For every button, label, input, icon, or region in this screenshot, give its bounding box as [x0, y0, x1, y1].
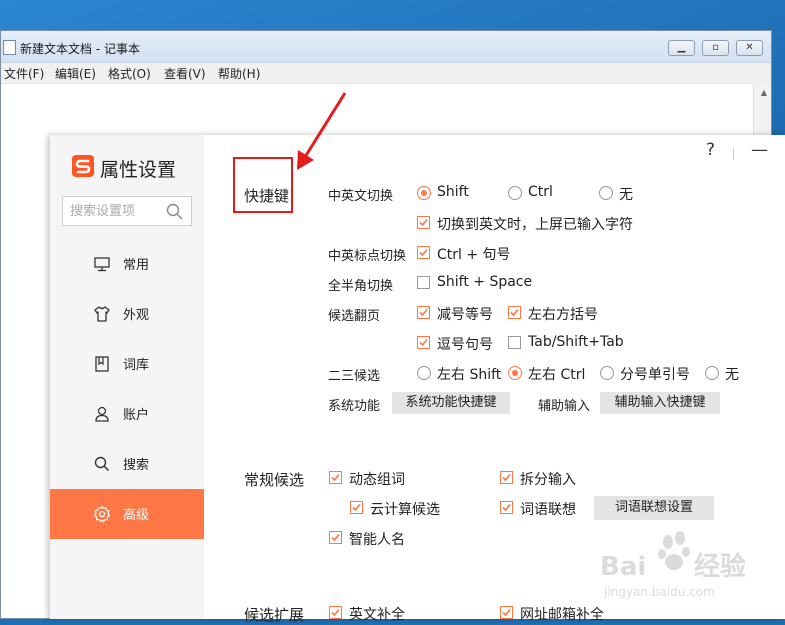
notepad-title: 新建文本文档 - 记事本 [20, 42, 140, 56]
radio-label: Shift [437, 184, 469, 200]
checkbox[interactable] [329, 471, 342, 484]
settings-sidebar: 属性设置 常用 外观 [50, 135, 204, 619]
checkbox-label: Shift + Space [437, 274, 533, 290]
nav-item-dictionary[interactable]: 词库 [50, 339, 204, 389]
shirt-icon [94, 306, 110, 322]
section-title-shortcuts: 快捷键 [244, 187, 290, 205]
settings-search-input[interactable] [68, 203, 167, 220]
checkbox[interactable] [508, 306, 521, 319]
dialog-title: 属性设置 [100, 159, 177, 181]
checkbox[interactable] [329, 606, 342, 619]
radio-dot[interactable] [705, 366, 719, 380]
checkbox[interactable] [417, 216, 430, 229]
nav-item-appearance[interactable]: 外观 [50, 289, 204, 339]
checkbox-label: 动态组词 [349, 472, 405, 488]
notepad-maximize-button[interactable]: ▫ [702, 40, 729, 56]
menu-edit[interactable]: 编辑(E) [55, 65, 96, 82]
checkbox-label: 逗号句号 [437, 337, 493, 353]
menu-format[interactable]: 格式(O) [108, 65, 151, 82]
monitor-icon [94, 257, 110, 272]
checkbox-label: 减号等号 [437, 307, 493, 323]
label-assist-input: 辅助输入 [538, 399, 591, 414]
checkbox-label: 英文补全 [349, 607, 405, 623]
checkbox[interactable] [350, 501, 363, 514]
radio-dot[interactable] [417, 186, 431, 200]
radio-dot[interactable] [508, 366, 522, 380]
checkbox[interactable] [500, 606, 513, 619]
help-button[interactable]: ? [706, 140, 715, 160]
radio-dot[interactable] [599, 186, 613, 200]
sogou-logo-icon [72, 155, 94, 177]
nav-item-advanced[interactable]: 高级 [50, 489, 204, 539]
radio-dot[interactable] [417, 366, 431, 380]
label-page-turn: 候选翻页 [328, 309, 381, 324]
checkbox[interactable] [417, 336, 430, 349]
radio-label: Ctrl [528, 184, 553, 200]
label-system-function: 系统功能 [328, 399, 381, 414]
radio-label: 左右 Shift [437, 367, 502, 383]
word-association-settings-button[interactable]: 词语联想设置 [594, 496, 714, 520]
scroll-up-icon[interactable]: ▲ [761, 88, 767, 97]
nav-item-account[interactable]: 账户 [50, 389, 204, 439]
nav-label: 账户 [123, 408, 150, 423]
radio-label: 左右 Ctrl [528, 367, 586, 383]
checkbox-label: 网址邮箱补全 [520, 607, 604, 623]
bookmark-icon [95, 356, 109, 372]
checkbox-label: 智能人名 [349, 532, 405, 548]
settings-search-box[interactable] [62, 196, 192, 226]
nav-label: 词库 [123, 358, 150, 373]
checkbox-label: 云计算候选 [370, 502, 440, 518]
nav-label: 外观 [123, 308, 150, 323]
checkbox[interactable] [500, 471, 513, 484]
checkbox-label: Tab/Shift+Tab [528, 334, 624, 350]
nav-item-common[interactable]: 常用 [50, 239, 204, 289]
label-width-switch: 全半角切换 [328, 279, 394, 294]
checkbox-label: 切换到英文时，上屏已输入字符 [437, 217, 633, 233]
radio-dot[interactable] [600, 366, 614, 380]
system-shortcut-button[interactable]: 系统功能快捷键 [392, 392, 510, 414]
section-title-expansion: 候选扩展 [244, 606, 305, 624]
checkbox-label: 左右方括号 [528, 307, 598, 323]
svg-text:Bai: Bai [600, 552, 646, 582]
radio-label: 无 [619, 187, 633, 203]
label-punct-switch: 中英标点切换 [328, 249, 407, 264]
nav-label: 搜索 [123, 458, 150, 473]
svg-text:经验: 经验 [694, 551, 746, 582]
checkbox-label: 词语联想 [520, 502, 576, 518]
search-icon [94, 456, 110, 472]
menu-help[interactable]: 帮助(H) [218, 65, 260, 82]
user-icon [95, 406, 109, 422]
checkbox[interactable] [417, 246, 430, 259]
section-title-candidates: 常规候选 [244, 471, 305, 489]
checkbox-label: 拆分输入 [520, 472, 576, 488]
notepad-minimize-button[interactable]: ▁ [668, 40, 695, 56]
search-icon[interactable] [166, 203, 183, 220]
nav-item-search[interactable]: 搜索 [50, 439, 204, 489]
checkbox[interactable] [417, 276, 430, 289]
baidu-watermark-logo: Bai 经验 jingyan.baidu.com [600, 531, 746, 599]
checkbox[interactable] [500, 501, 513, 514]
label-second-third: 二三候选 [328, 369, 381, 384]
notepad-titlebar[interactable]: 新建文本文档 - 记事本 ▁ ▫ ✕ [1, 31, 771, 63]
title-separator [733, 148, 734, 160]
gear-icon [93, 505, 111, 523]
nav-label: 常用 [123, 258, 150, 273]
checkbox[interactable] [329, 531, 342, 544]
checkbox[interactable] [417, 306, 430, 319]
radio-dot[interactable] [508, 186, 522, 200]
checkbox[interactable] [508, 336, 521, 349]
notepad-menubar: 文件(F) 编辑(E) 格式(O) 查看(V) 帮助(H) [1, 63, 771, 84]
svg-text:jingyan.baidu.com: jingyan.baidu.com [603, 585, 715, 599]
radio-label: 无 [725, 367, 739, 383]
minimize-button[interactable]: — [751, 140, 768, 160]
radio-label: 分号单引号 [620, 367, 690, 383]
menu-file[interactable]: 文件(F) [4, 65, 44, 82]
notepad-close-button[interactable]: ✕ [736, 40, 763, 56]
nav-label: 高级 [123, 508, 150, 523]
notepad-app-icon [3, 40, 16, 55]
checkbox-label: Ctrl + 句号 [437, 247, 511, 263]
label-cn-en-switch: 中英文切换 [328, 189, 394, 204]
menu-view[interactable]: 查看(V) [164, 65, 206, 82]
assist-shortcut-button[interactable]: 辅助输入快捷键 [600, 392, 720, 414]
